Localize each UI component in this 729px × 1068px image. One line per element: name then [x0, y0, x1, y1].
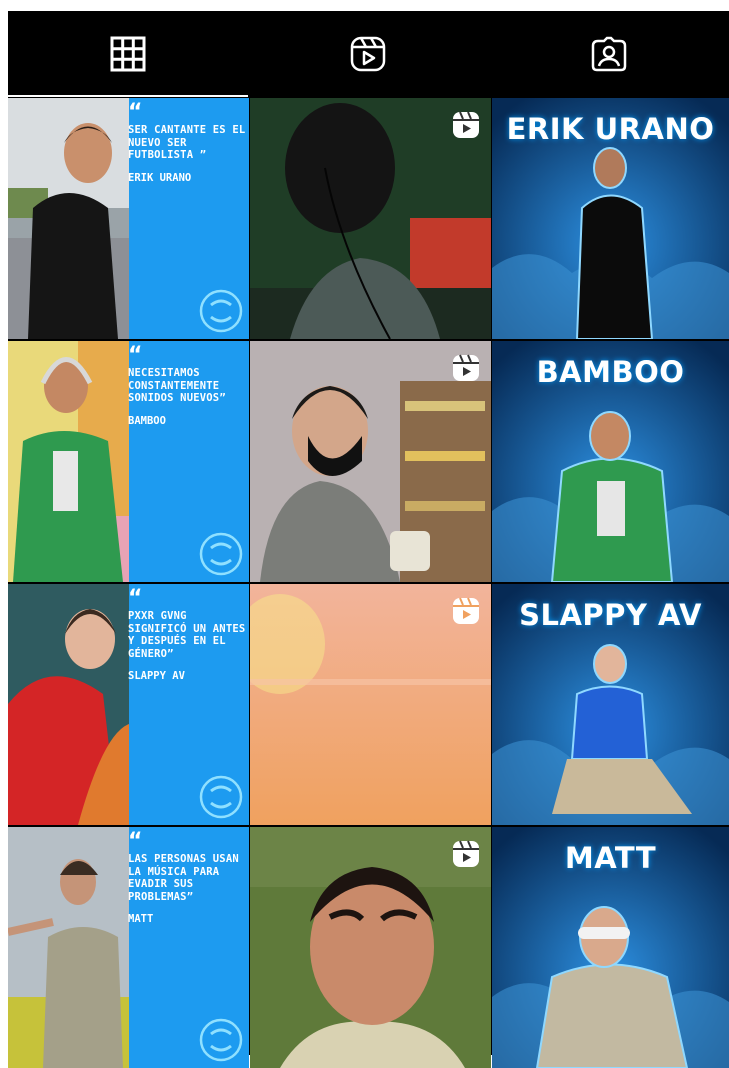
reel-indicator-icon — [453, 354, 479, 381]
opening-quote-mark: “ — [128, 343, 143, 368]
quote-block: “ LAS PERSONAS USAN LA MÚSICA PARA EVADI… — [128, 829, 246, 926]
post-tile[interactable]: BAMBOO — [492, 341, 729, 582]
post-photo — [8, 341, 129, 582]
closing-quote-mark: ” — [167, 647, 174, 660]
quote-author: MATT — [128, 913, 154, 925]
quote-author: BAMBOO — [128, 414, 166, 427]
post-tile[interactable]: “ SER CANTANTE ES EL NUEVO SER FUTBOLIST… — [8, 98, 249, 339]
artist-name: ERIK URANO — [506, 112, 715, 146]
post-tile[interactable]: SLAPPY AV — [492, 584, 729, 825]
post-tile-reel[interactable] — [250, 827, 491, 1068]
brand-logo-icon — [199, 532, 243, 576]
quote-author: ERIK URANO — [128, 171, 192, 184]
tab-tagged[interactable] — [489, 11, 729, 97]
active-tab-indicator — [8, 95, 248, 97]
post-grid: “ SER CANTANTE ES EL NUEVO SER FUTBOLIST… — [8, 98, 729, 1068]
closing-quote-mark: ” — [219, 392, 226, 404]
closing-quote-mark: ” — [199, 149, 207, 161]
reel-indicator-icon — [453, 840, 479, 867]
reel-indicator-icon — [453, 111, 479, 138]
brand-logo-icon — [199, 775, 243, 819]
brand-logo-icon — [199, 289, 243, 333]
artist-name: BAMBOO — [536, 355, 685, 389]
quote-block: “ NECESITAMOS CONSTANTEMENTE SONIDOS NUE… — [128, 343, 246, 427]
quote-text: LAS PERSONAS USAN LA MÚSICA PARA EVADIR … — [128, 853, 239, 903]
quote-author: SLAPPY AV — [128, 670, 185, 682]
post-tile[interactable]: MATT — [492, 827, 729, 1068]
post-photo — [8, 827, 129, 1068]
reel-indicator-icon — [453, 597, 479, 624]
post-photo — [8, 584, 129, 825]
post-tile[interactable]: “ PXXR GVNG SIGNIFICÓ UN ANTES Y DESPUÉS… — [8, 584, 249, 825]
post-photo — [8, 98, 129, 339]
post-tile-reel[interactable] — [250, 98, 491, 339]
opening-quote-mark: “ — [128, 100, 143, 125]
brand-logo-icon — [199, 1018, 243, 1062]
closing-quote-mark: ” — [186, 890, 194, 903]
quote-block: “ PXXR GVNG SIGNIFICÓ UN ANTES Y DESPUÉS… — [128, 586, 246, 683]
artist-name: MATT — [564, 841, 657, 875]
quote-block: “ SER CANTANTE ES EL NUEVO SER FUTBOLIST… — [128, 100, 246, 184]
tagged-person-icon — [591, 36, 627, 72]
quote-text: NECESITAMOS CONSTANTEMENTE SONIDOS NUEVO… — [128, 367, 220, 404]
artist-name: SLAPPY AV — [519, 598, 702, 632]
quote-text: SER CANTANTE ES EL NUEVO SER FUTBOLISTA — [128, 124, 246, 161]
opening-quote-mark: “ — [128, 829, 143, 854]
profile-content: “ SER CANTANTE ES EL NUEVO SER FUTBOLIST… — [8, 11, 729, 1068]
quote-text: PXXR GVNG SIGNIFICÓ UN ANTES Y DESPUÉS E… — [128, 610, 246, 660]
grid-icon — [110, 36, 146, 72]
opening-quote-mark: “ — [128, 586, 143, 611]
post-tile[interactable]: “ LAS PERSONAS USAN LA MÚSICA PARA EVADI… — [8, 827, 249, 1068]
reels-icon — [350, 36, 386, 72]
tab-grid[interactable] — [8, 11, 248, 97]
post-tile-reel[interactable] — [250, 584, 491, 825]
post-tile[interactable]: “ NECESITAMOS CONSTANTEMENTE SONIDOS NUE… — [8, 341, 249, 582]
post-tile[interactable]: ERIK URANO — [492, 98, 729, 339]
profile-tab-bar — [8, 11, 729, 97]
tab-reels[interactable] — [248, 11, 488, 97]
post-tile-reel[interactable] — [250, 341, 491, 582]
